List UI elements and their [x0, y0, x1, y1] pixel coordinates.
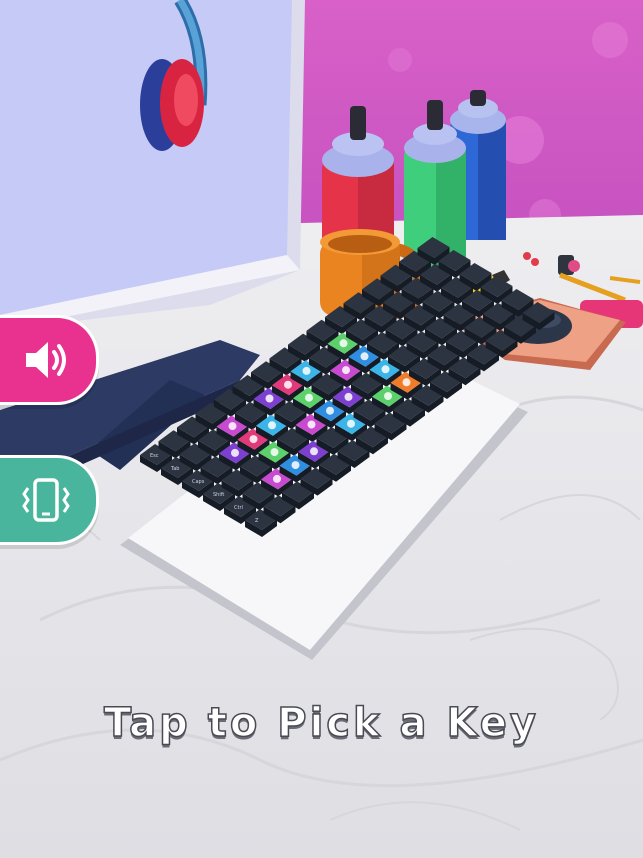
instruction-text: Tap to Pick a Key	[103, 699, 539, 747]
key-label: Caps	[192, 479, 205, 485]
key-label: Tab	[170, 466, 179, 472]
key-label: Ctrl	[234, 505, 243, 511]
sound-button[interactable]	[0, 315, 99, 405]
phone-vibrate-icon	[22, 478, 70, 522]
key-label: Shift	[213, 492, 224, 498]
key-label: Z	[255, 518, 259, 524]
speaker-icon	[26, 342, 66, 378]
vibration-button[interactable]	[0, 455, 99, 545]
key-label: Esc	[150, 453, 159, 459]
